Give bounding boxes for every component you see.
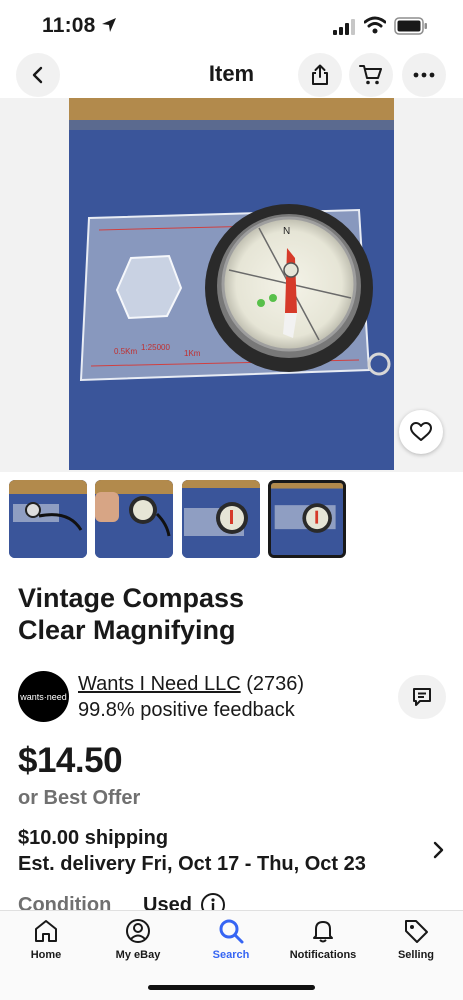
tab-search[interactable]: Search — [185, 917, 277, 967]
svg-text:1Km: 1Km — [184, 349, 201, 358]
more-options-button[interactable] — [402, 53, 446, 97]
tab-notifications-label: Notifications — [289, 949, 357, 961]
best-offer-label: or Best Offer — [18, 787, 141, 809]
seller-avatar-logo: wants·need — [20, 691, 67, 702]
thumbnail-image — [182, 480, 260, 558]
chevron-right-icon — [433, 841, 444, 859]
seller-name-link[interactable]: Wants I Need LLC — [78, 673, 241, 695]
tab-my-ebay[interactable]: My eBay — [92, 917, 184, 967]
listing-title-line2: Clear Magnifying — [18, 615, 236, 645]
profile-icon — [126, 919, 150, 943]
estimated-delivery: Est. delivery Fri, Oct 17 - Thu, Oct 23 — [18, 853, 366, 875]
svg-text:N: N — [283, 226, 290, 237]
image-thumbnails — [0, 472, 463, 564]
seller-feedback-count: (2736) — [246, 673, 305, 695]
seller-line: Wants I Need LLC (2736) — [78, 673, 304, 696]
product-photo[interactable]: 0.5Km 1:25000 1Km N — [69, 98, 394, 470]
home-indicator — [148, 985, 315, 990]
tab-home-label: Home — [30, 949, 62, 961]
search-icon — [219, 919, 244, 944]
tag-icon — [405, 920, 428, 943]
tab-search-label: Search — [212, 949, 250, 961]
contact-seller-button[interactable] — [398, 675, 446, 719]
page-title: Item — [208, 61, 255, 86]
heart-icon — [410, 422, 432, 441]
thumbnail-image — [271, 483, 343, 555]
cellular-signal-icon — [333, 19, 355, 35]
svg-text:1:25000: 1:25000 — [141, 343, 170, 352]
bell-icon — [313, 921, 333, 943]
tab-my-ebay-label: My eBay — [115, 949, 161, 961]
share-icon — [312, 64, 328, 85]
battery-icon — [394, 17, 427, 35]
message-icon — [413, 688, 431, 706]
tab-selling-label: Selling — [397, 949, 435, 961]
thumbnail[interactable] — [95, 480, 173, 558]
share-button[interactable] — [298, 53, 342, 97]
cart-icon — [359, 65, 382, 85]
price: $14.50 — [18, 741, 123, 780]
ellipsis-icon — [413, 72, 435, 78]
seller-feedback: 99.8% positive feedback — [78, 699, 295, 721]
tab-home[interactable]: Home — [0, 917, 92, 967]
thumbnail-image — [95, 480, 173, 558]
svg-text:0.5Km: 0.5Km — [114, 347, 137, 356]
home-icon — [35, 920, 57, 942]
thumbnail[interactable] — [9, 480, 87, 558]
location-arrow-icon — [102, 18, 116, 32]
shipping-row[interactable]: $10.00 shipping Est. delivery Fri, Oct 1… — [0, 822, 463, 882]
thumbnail[interactable] — [182, 480, 260, 558]
hero-image-area[interactable]: 0.5Km 1:25000 1Km N — [0, 98, 463, 472]
seller-avatar[interactable]: wants·need — [18, 671, 69, 722]
watch-button[interactable] — [399, 410, 443, 454]
status-bar: 11:08 — [0, 0, 463, 50]
listing-title: Vintage Compass Clear Magnifying — [18, 582, 448, 646]
wifi-icon — [364, 16, 386, 34]
status-time: 11:08 — [42, 14, 96, 37]
tab-selling[interactable]: Selling — [370, 917, 462, 967]
thumbnail-image — [9, 480, 87, 558]
nav-bar: Item — [0, 50, 463, 100]
cart-button[interactable] — [349, 53, 393, 97]
thumbnail-selected[interactable] — [268, 480, 346, 558]
shipping-cost: $10.00 shipping — [18, 827, 169, 849]
listing-title-line1: Vintage Compass — [18, 583, 245, 613]
tab-notifications[interactable]: Notifications — [277, 917, 369, 967]
